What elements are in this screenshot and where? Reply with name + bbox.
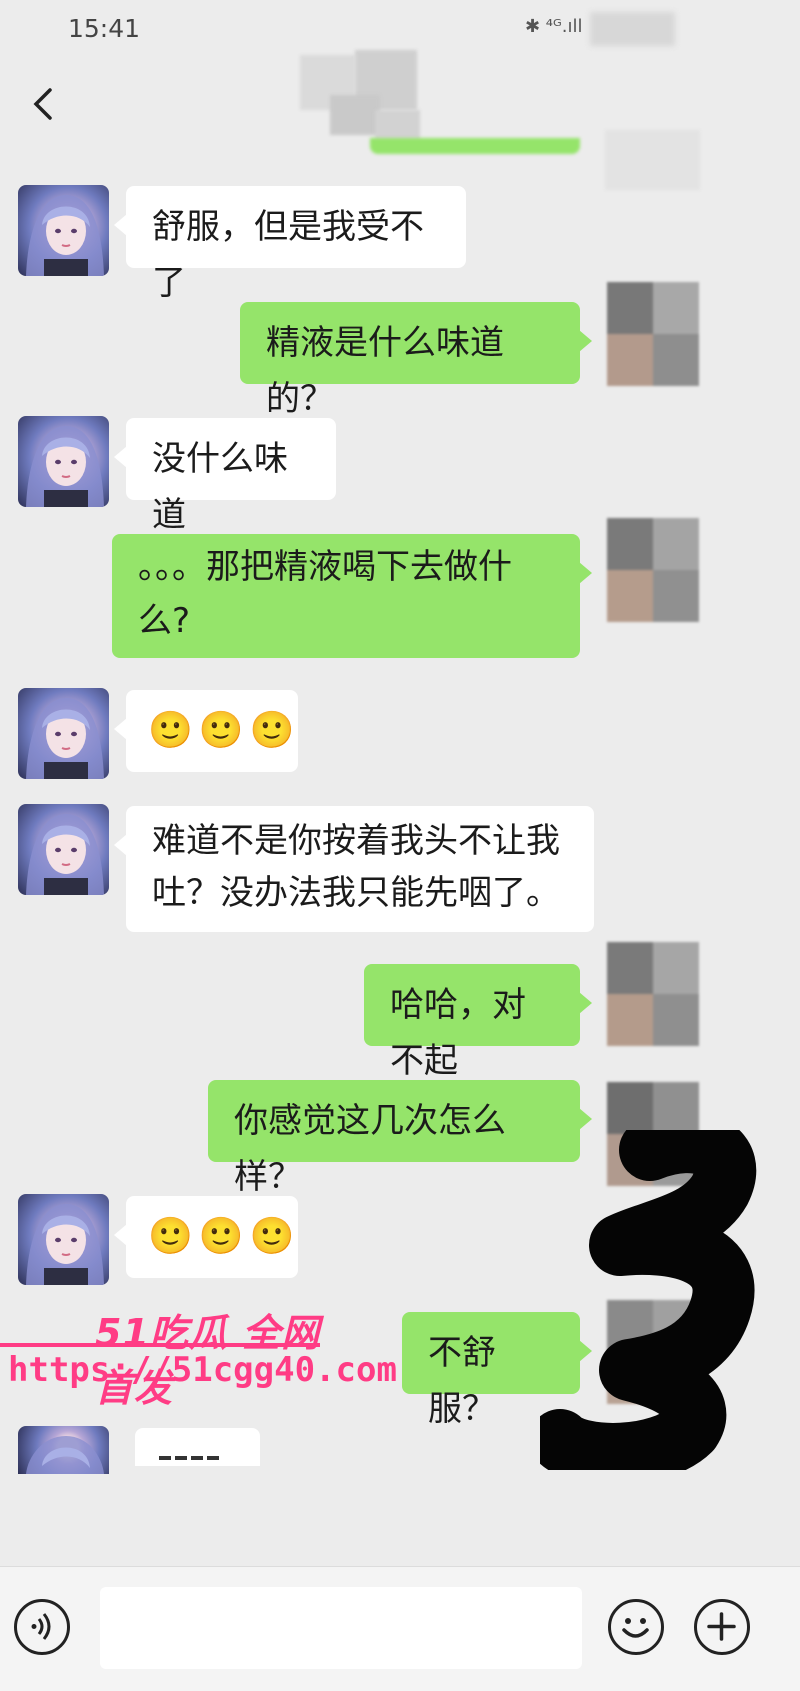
watermark-url: https://51cgg40.com [8,1350,397,1390]
self-avatar-pixelated [607,282,699,386]
message-bubble-outgoing[interactable]: 精液是什么味道的？ [240,302,592,419]
contact-avatar[interactable] [18,1426,109,1474]
smile-emoji: 🙂 [148,1216,193,1257]
smile-emoji: 🙂 [198,710,244,751]
status-time: 15:41 [68,14,141,43]
self-avatar-pixelated [607,518,699,622]
message-bubble-incoming[interactable]: 🙂 🙂 🙂 [114,690,298,772]
avatar-image [26,814,104,895]
message-text: 没什么味道 [152,439,288,535]
message-bubble-outgoing[interactable]: 你感觉这几次怎么样？ [208,1080,592,1197]
partial-text-marks [159,1456,219,1460]
avatar-image [26,195,104,276]
emoji-row: 🙂 🙂 🙂 [148,1209,294,1265]
smile-emoji: 🙂 [249,1216,295,1257]
smile-emoji: 🙂 [198,1216,244,1257]
censor-scribble [540,1130,757,1470]
message-text: 难道不是你按着我头不让我吐？没办法我只能先咽了。 [152,821,560,913]
emoji-icon [622,1618,649,1638]
contact-avatar[interactable] [18,1194,109,1285]
contact-avatar[interactable] [18,416,109,507]
self-avatar-pixelated [607,942,699,1046]
back-button[interactable] [24,80,60,128]
plus-icon [707,1612,736,1641]
message-text: 。。。那把精液喝下去做什么? [138,547,512,641]
contact-avatar[interactable] [18,185,109,276]
message-bubble-incoming[interactable]: 没什么味道 [114,418,336,535]
message-text: 精液是什么味道的？ [266,323,504,419]
message-bubble-incoming[interactable]: 舒服，但是我受不了 [114,186,466,303]
voice-icon [31,1613,51,1640]
voice-button[interactable] [14,1599,70,1655]
avatar-image [26,1436,104,1474]
avatar-image [26,1204,104,1285]
contact-avatar[interactable] [18,804,109,895]
message-text: 哈哈，对不起 [390,985,526,1081]
smile-emoji: 🙂 [249,710,295,751]
message-bubble-incoming-partial[interactable] [135,1428,260,1466]
message-bubble-incoming[interactable]: 🙂 🙂 🙂 [114,1196,298,1278]
message-bubble-incoming[interactable]: 难道不是你按着我头不让我吐？没办法我只能先咽了。 [114,806,594,932]
emoji-row: 🙂 🙂 🙂 [148,703,294,759]
smile-emoji: 🙂 [148,710,193,751]
message-text: 你感觉这几次怎么样？ [234,1101,506,1197]
message-bubble-outgoing[interactable]: 哈哈，对不起 [364,964,592,1081]
more-button[interactable] [694,1599,750,1655]
status-icons: ✱ ⁴ᴳ.ıll [525,16,583,37]
message-text: 舒服，但是我受不了 [152,207,424,303]
message-bubble-outgoing[interactable]: 。。。那把精液喝下去做什么? [112,534,592,658]
watermark: 51吃瓜 全网首发 https://51cgg40.com [0,1300,397,1410]
status-redacted-area [590,12,675,46]
contact-avatar[interactable] [18,688,109,779]
message-text: 不舒服？ [428,1333,496,1429]
input-bar [0,1566,800,1691]
avatar-image [26,698,104,779]
chevron-left-icon [33,88,52,120]
emoji-button[interactable] [608,1599,664,1655]
avatar-image [26,426,104,507]
message-input[interactable] [100,1587,582,1669]
